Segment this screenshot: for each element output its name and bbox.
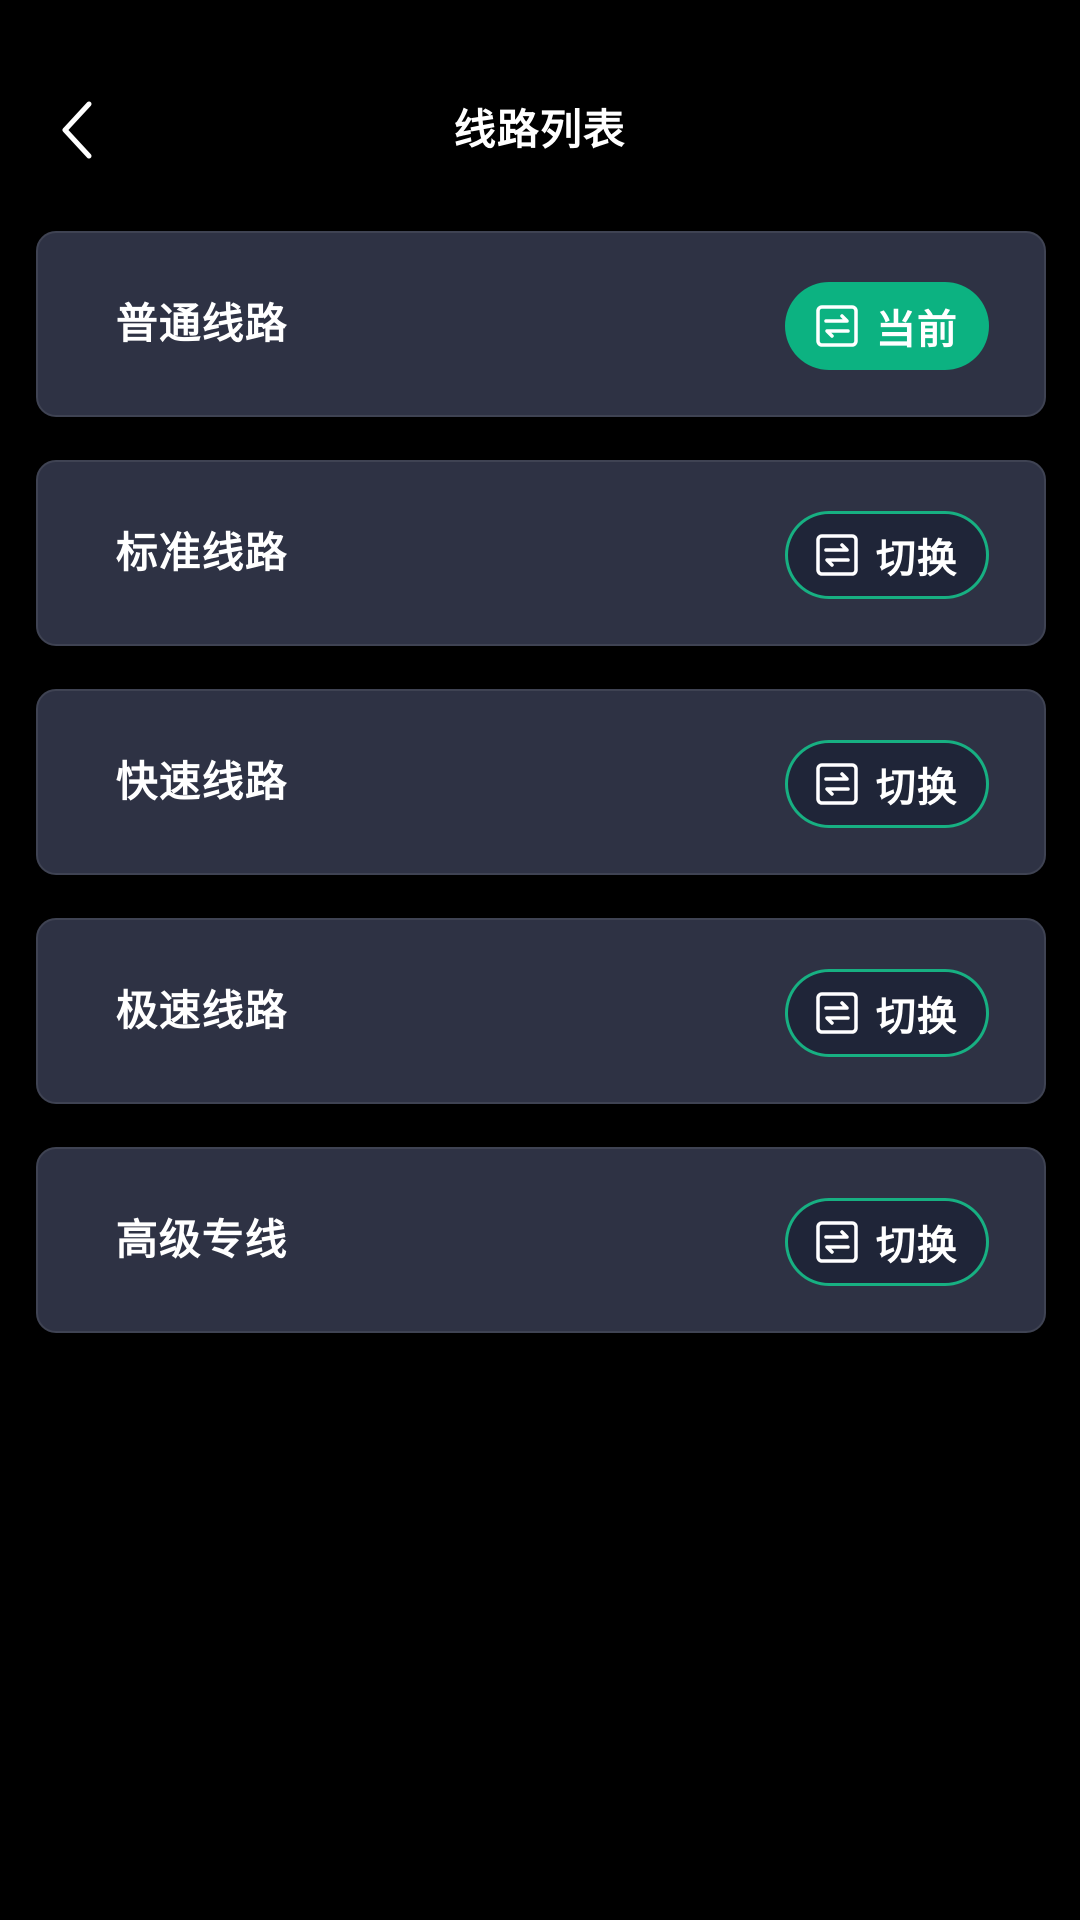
switch-route-button[interactable]: 切换: [785, 740, 989, 828]
chevron-left-icon: [62, 101, 92, 159]
button-label: 切换: [876, 536, 958, 582]
button-label: 切换: [876, 1223, 958, 1269]
switch-route-button[interactable]: 切换: [785, 1198, 989, 1286]
route-name: 高级专线: [116, 1215, 289, 1264]
switch-route-button[interactable]: 切换: [785, 969, 989, 1057]
route-card-normal: 普通线路 当前: [36, 231, 1046, 417]
page-title: 线路列表: [453, 105, 626, 154]
back-button[interactable]: [36, 90, 116, 170]
top-bar: 线路列表: [0, 60, 1080, 200]
route-card-fast: 快速线路 切换: [36, 689, 1046, 875]
route-name: 极速线路: [116, 986, 289, 1035]
route-list: 普通线路 当前 标准线路 切换 快速线路 切换 极速线路 切换 高级专线 切换: [36, 231, 1046, 1376]
route-card-express: 极速线路 切换: [36, 918, 1046, 1104]
current-route-button[interactable]: 当前: [785, 282, 989, 370]
switch-icon: [816, 1221, 858, 1263]
switch-icon: [816, 992, 858, 1034]
route-card-premium: 高级专线 切换: [36, 1147, 1046, 1333]
route-card-standard: 标准线路 切换: [36, 460, 1046, 646]
route-name: 标准线路: [116, 528, 289, 577]
switch-icon: [816, 763, 858, 805]
route-name: 快速线路: [116, 757, 289, 806]
switch-route-button[interactable]: 切换: [785, 511, 989, 599]
switch-icon: [816, 534, 858, 576]
button-label: 切换: [876, 765, 958, 811]
switch-icon: [816, 305, 858, 347]
button-label: 切换: [876, 994, 958, 1040]
route-name: 普通线路: [116, 299, 289, 348]
button-label: 当前: [876, 307, 958, 353]
